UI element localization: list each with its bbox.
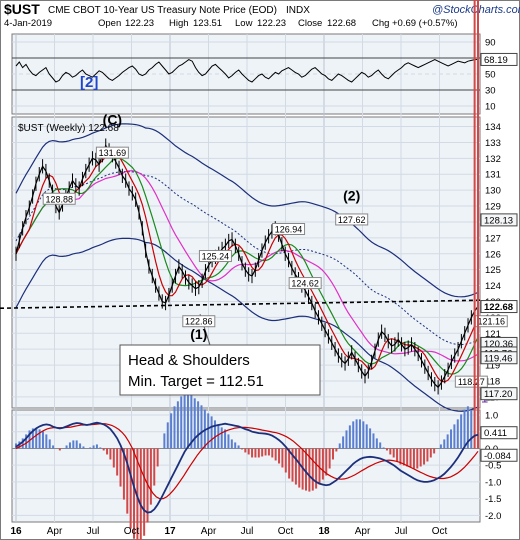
price-tick-label: 130	[485, 186, 501, 197]
x-tick-label: Oct	[432, 526, 448, 537]
x-tick-label: Oct	[124, 526, 140, 537]
rsi-tick-label: 50	[485, 70, 496, 81]
x-tick-label: Apr	[201, 526, 217, 537]
price-tick-label: 126	[485, 249, 501, 260]
price-tick-label: 132	[485, 154, 501, 165]
instrument-name: CME CBOT 10-Year US Treasury Note Price …	[48, 5, 277, 16]
price-tick-label: 129	[485, 202, 501, 213]
price-right-label: 128.13	[484, 215, 513, 226]
price-tick-label: 125	[485, 265, 501, 276]
price-annotation: 126.94	[275, 224, 303, 234]
price-annotation: (1)	[190, 326, 207, 342]
macd-tick-label: -1.5	[485, 494, 501, 505]
rsi-tick-label: 90	[485, 38, 496, 49]
macd-tick-label: -1.0	[485, 477, 501, 488]
price-annotation: 125.24	[202, 252, 230, 262]
chart-canvas: $UST CME CBOT 10-Year US Treasury Note P…	[0, 0, 520, 540]
price-annotation: 131.69	[99, 148, 127, 158]
macd-right-label: 0.411	[484, 428, 507, 439]
x-tick-label: 17	[164, 526, 176, 537]
callout-line-2: Min. Target = 112.51	[128, 373, 264, 390]
x-tick-label: 16	[10, 526, 22, 537]
price-tick-label: 124	[485, 281, 501, 292]
macd-tick-label: -0.5	[485, 461, 501, 472]
low-label: Low	[235, 18, 253, 29]
price-tick-label: 134	[485, 122, 501, 133]
low-value: 122.23	[257, 18, 286, 29]
price-annotation: 124.62	[291, 279, 319, 289]
macd-right-label: -0.084	[484, 451, 511, 462]
price-annotation: 127.62	[338, 215, 366, 225]
high-label: High	[169, 18, 189, 29]
exchange-label: INDX	[286, 5, 310, 16]
price-right-label: 122.68	[484, 302, 513, 313]
macd-tick-label: -2.0	[485, 511, 501, 522]
price-tick-label: 127	[485, 233, 501, 244]
chart-svg: $UST CME CBOT 10-Year US Treasury Note P…	[0, 0, 520, 540]
close-value: 122.68	[327, 18, 356, 29]
chg-label: Chg	[372, 18, 389, 29]
rsi-tick-label: 10	[485, 102, 496, 113]
x-tick-label: Jul	[395, 526, 408, 537]
close-label: Close	[298, 18, 322, 29]
rsi-tick-label: 30	[485, 86, 496, 97]
symbol-label: $UST	[4, 1, 40, 17]
stockcharts-watermark: @StockCharts.com	[432, 4, 520, 16]
x-tick-label: 18	[318, 526, 330, 537]
price-annotation: (2)	[343, 188, 360, 204]
price-tick-label: 131	[485, 170, 501, 181]
x-tick-label: Oct	[278, 526, 294, 537]
price-right-label: 119.46	[484, 353, 512, 364]
chg-value: +0.69 (+0.57%)	[392, 18, 458, 29]
date-label: 4-Jan-2019	[4, 18, 52, 29]
rsi-value-label: 68.19	[484, 55, 508, 66]
macd-tick-label: 1.0	[485, 411, 498, 422]
x-tick-label: Apr	[47, 526, 63, 537]
callout-line-1: Head & Shoulders	[128, 352, 250, 369]
price-annotation: 118.27	[458, 377, 485, 387]
x-tick-label: Jul	[87, 526, 100, 537]
price-right-label: 117.20	[484, 389, 512, 400]
price-tick-label: 133	[485, 138, 501, 149]
price-annotation: 128.88	[45, 194, 73, 204]
open-value: 122.23	[125, 18, 154, 29]
open-label: Open	[98, 18, 121, 29]
price-title: $UST (Weekly) 122.68	[18, 123, 119, 134]
x-tick-label: Jul	[241, 526, 254, 537]
high-value: 123.51	[193, 18, 222, 29]
x-tick-label: Apr	[355, 526, 371, 537]
rsi-wave-label: [2]	[80, 74, 98, 91]
price-annotation: 121.16	[478, 317, 506, 327]
